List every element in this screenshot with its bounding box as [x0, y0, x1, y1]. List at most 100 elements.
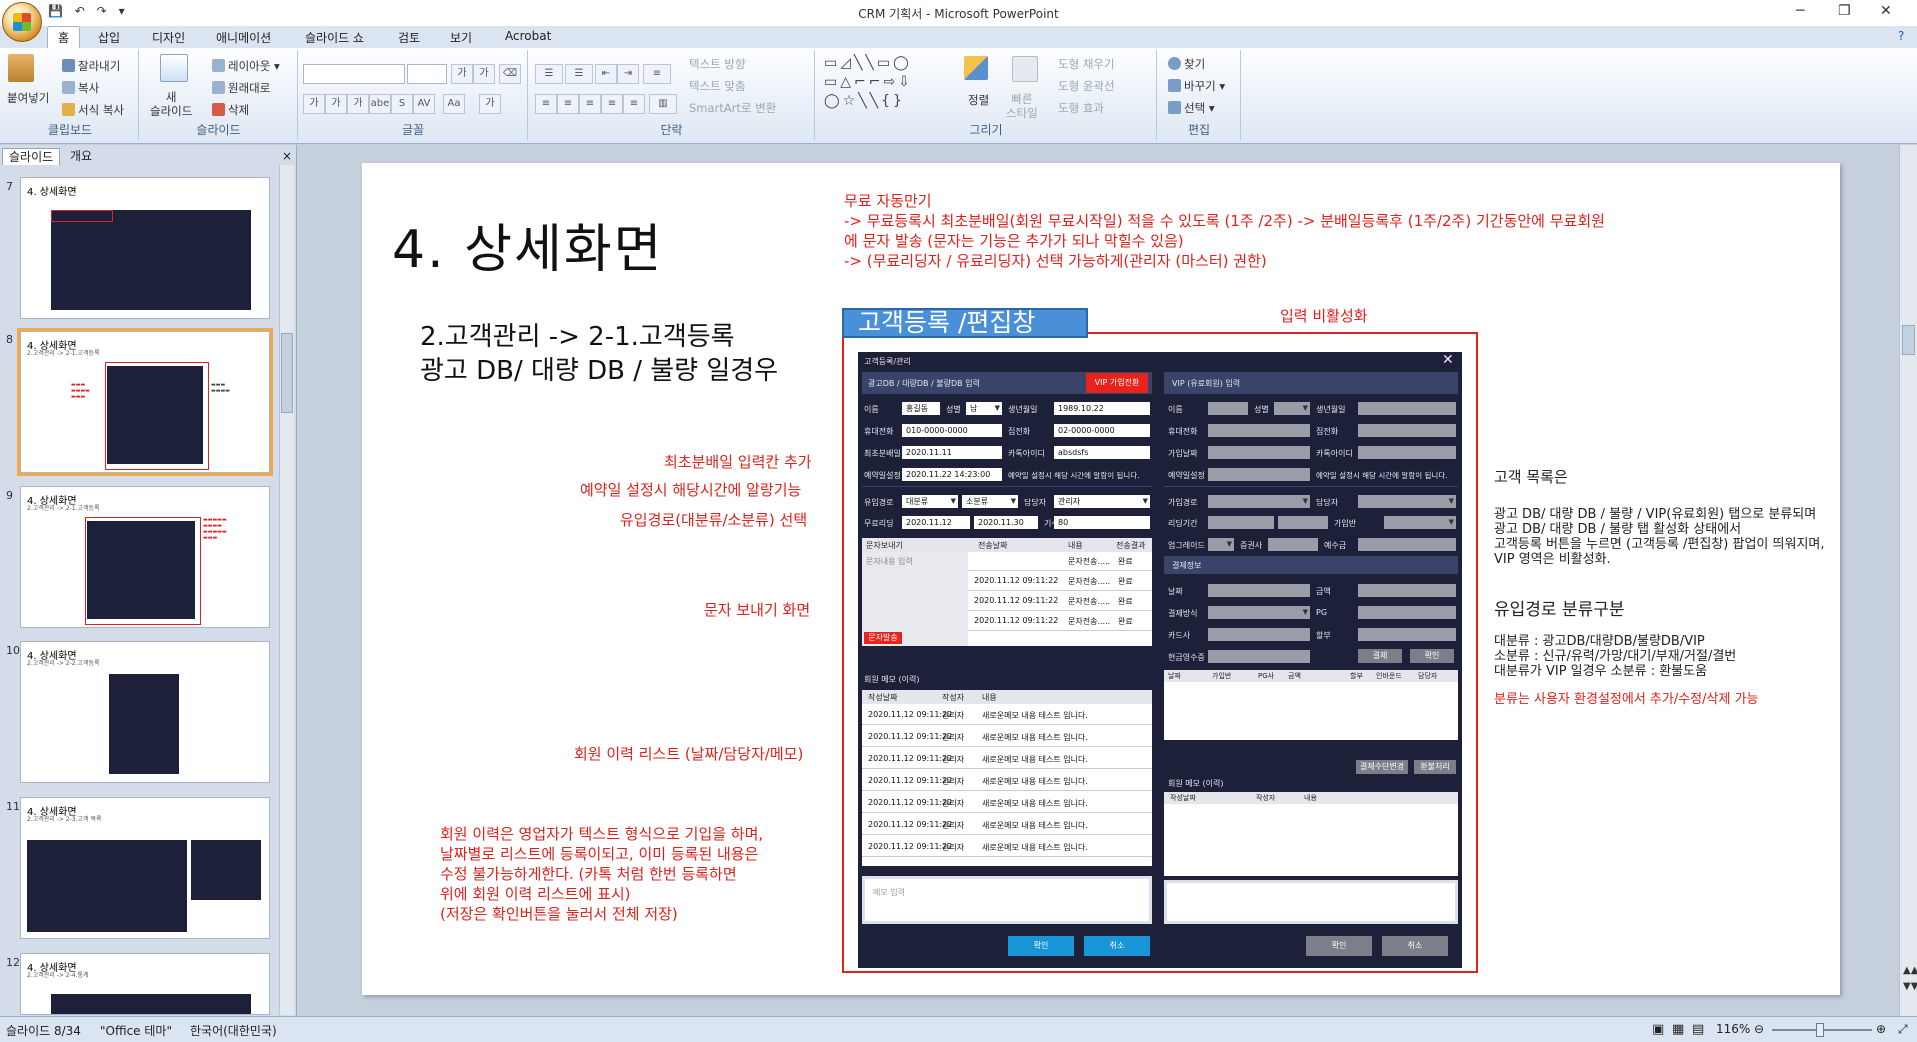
- replace-button[interactable]: 바꾸기 ▾: [1168, 78, 1225, 94]
- zoom-level[interactable]: 116%: [1716, 1022, 1750, 1036]
- slide-thumbnail-8[interactable]: 4. 상세화면 2.고객관리 -> 2-1.고객등록 ▬▬▬ ▬▬▬▬ ▬▬▬ ▬▬…: [17, 328, 273, 476]
- arrange-icon[interactable]: [964, 56, 991, 81]
- font-name-combo[interactable]: [303, 64, 405, 84]
- vip-convert-button[interactable]: VIP 가입전환: [1086, 373, 1148, 393]
- quick-styles-button[interactable]: 빠른 스타일: [1006, 92, 1038, 120]
- office-button[interactable]: [2, 2, 42, 42]
- select-button[interactable]: 선택 ▾: [1168, 100, 1215, 116]
- zoom-out-icon[interactable]: ⊖: [1754, 1022, 1764, 1036]
- delete-slide-button[interactable]: 삭제: [212, 102, 249, 118]
- italic-button[interactable]: 가: [325, 94, 347, 114]
- tab-slideshow[interactable]: 슬라이드 쇼: [305, 29, 364, 46]
- inflow-major-select[interactable]: 대분류: [902, 495, 958, 508]
- numbering-button[interactable]: ☰: [565, 64, 593, 84]
- align-right-button[interactable]: ≡: [579, 94, 601, 114]
- shape-outline-button[interactable]: 도형 윤곽선: [1058, 78, 1115, 94]
- slide-thumbnail-10[interactable]: 4. 상세화면 2.고객관리 -> 2-2.고객등록: [20, 641, 270, 783]
- sms-send-button[interactable]: 문자발송: [864, 632, 902, 644]
- gender-select[interactable]: 남: [966, 402, 1002, 415]
- change-case-button[interactable]: Aa: [443, 94, 465, 114]
- mobile-field[interactable]: 010-0000-0000: [902, 424, 1002, 437]
- reset-button[interactable]: 원래대로: [212, 80, 270, 96]
- slide-thumbnail-9[interactable]: 4. 상세화면 2.고객관리 -> 2-1.고객등록 ▬▬▬▬▬ ▬▬▬▬ ▬▬▬▬…: [20, 486, 270, 628]
- tab-review[interactable]: 검토: [398, 29, 420, 46]
- paste-button[interactable]: 붙여넣기: [7, 90, 49, 106]
- bold-button[interactable]: 가: [303, 94, 325, 114]
- dialog-close-icon[interactable]: ✕: [1442, 352, 1454, 368]
- cancel-button[interactable]: 취소: [1084, 936, 1150, 956]
- shape-effects-button[interactable]: 도형 효과: [1058, 100, 1104, 116]
- decrease-indent-button[interactable]: ⇤: [595, 64, 617, 84]
- save-icon[interactable]: 💾: [48, 4, 63, 18]
- tab-design[interactable]: 디자인: [152, 29, 185, 46]
- cut-button[interactable]: 잘라내기: [62, 58, 120, 74]
- bullets-button[interactable]: ☰: [535, 64, 563, 84]
- reservation-field[interactable]: 2020.11.22 14:23:00: [902, 468, 1002, 481]
- language[interactable]: 한국어(대한민국): [190, 1022, 277, 1039]
- find-button[interactable]: 찾기: [1168, 56, 1205, 72]
- undo-icon[interactable]: ↶: [75, 4, 85, 18]
- font-size-combo[interactable]: [407, 64, 447, 84]
- help-icon[interactable]: ?: [1898, 29, 1904, 43]
- layout-button[interactable]: 레이아웃 ▾: [212, 58, 280, 74]
- align-text-button[interactable]: 텍스트 맞춤: [689, 78, 746, 94]
- manager-select[interactable]: 관리자: [1054, 495, 1150, 508]
- increase-indent-button[interactable]: ⇥: [617, 64, 639, 84]
- home-phone-field[interactable]: 02-0000-0000: [1054, 424, 1150, 437]
- memo-input[interactable]: 메모 입력: [862, 876, 1152, 924]
- tab-acrobat[interactable]: Acrobat: [505, 29, 551, 43]
- quick-styles-icon[interactable]: [1012, 56, 1041, 83]
- slideshow-view-icon[interactable]: ▤: [1692, 1022, 1704, 1037]
- columns-button[interactable]: ▥: [649, 94, 677, 114]
- shape-fill-button[interactable]: 도형 채우기: [1058, 56, 1115, 72]
- normal-view-icon[interactable]: ▣: [1652, 1022, 1664, 1037]
- redo-icon[interactable]: ↷: [97, 4, 107, 18]
- period-field[interactable]: 80: [1054, 516, 1150, 529]
- slide-thumbnail-7[interactable]: 4. 상세화면: [20, 177, 270, 319]
- align-left-button[interactable]: ≡: [535, 94, 557, 114]
- qat-more-icon[interactable]: ▾: [119, 4, 125, 18]
- panel-close-icon[interactable]: ×: [276, 148, 298, 164]
- line-spacing-button[interactable]: ≡: [643, 64, 671, 84]
- scroll-thumb[interactable]: [1902, 325, 1915, 355]
- slides-panel-scrollbar[interactable]: [279, 165, 294, 1015]
- tab-insert[interactable]: 삽입: [98, 29, 120, 46]
- paste-icon[interactable]: [8, 54, 44, 84]
- zoom-in-icon[interactable]: ⊕: [1876, 1022, 1886, 1036]
- new-slide-icon[interactable]: [160, 54, 191, 83]
- restore-button[interactable]: ❐: [1838, 3, 1851, 19]
- justify-button[interactable]: ≡: [601, 94, 623, 114]
- font-color-button[interactable]: 가: [479, 94, 501, 114]
- zoom-slider-thumb[interactable]: [1816, 1023, 1824, 1037]
- tab-outline-panel[interactable]: 개요: [64, 148, 98, 164]
- free-to-field[interactable]: 2020.11.30: [974, 516, 1038, 529]
- text-direction-button[interactable]: 텍스트 방향: [689, 56, 746, 72]
- smartart-button[interactable]: SmartArt로 변환: [689, 100, 776, 116]
- strike-button[interactable]: abe: [369, 94, 391, 114]
- next-slide-icon[interactable]: ▼▼: [1903, 981, 1917, 992]
- free-from-field[interactable]: 2020.11.12: [902, 516, 970, 529]
- shadow-button[interactable]: S: [391, 94, 413, 114]
- underline-button[interactable]: 가: [347, 94, 369, 114]
- sorter-view-icon[interactable]: ▦: [1672, 1022, 1684, 1037]
- birth-field[interactable]: 1989.10.22: [1054, 402, 1150, 415]
- format-painter-button[interactable]: 서식 복사: [62, 102, 124, 118]
- slide-thumbnail-12[interactable]: 4. 상세화면 2.고객관리 -> 2-4.통계: [20, 953, 270, 1015]
- grow-font-button[interactable]: 가: [451, 64, 473, 84]
- align-center-button[interactable]: ≡: [557, 94, 579, 114]
- slide-scrollbar[interactable]: ▲▲ ▼▼: [1899, 145, 1917, 1016]
- close-button[interactable]: ✕: [1880, 3, 1892, 19]
- prev-slide-icon[interactable]: ▲▲: [1903, 965, 1917, 976]
- ok-button[interactable]: 확인: [1008, 936, 1074, 956]
- tab-slides-panel[interactable]: 슬라이드: [2, 148, 61, 165]
- shapes-gallery[interactable]: ▭◿╲╲▭◯ ▭△⌐⌐⇨⇩ ◯☆╲╲{}: [824, 54, 913, 111]
- new-slide-button[interactable]: 새 슬라이드: [150, 90, 192, 118]
- copy-button[interactable]: 복사: [62, 80, 99, 96]
- scroll-thumb[interactable]: [281, 333, 293, 413]
- fit-window-icon[interactable]: ⤢: [1898, 1022, 1908, 1037]
- slide-thumbnail-11[interactable]: 4. 상세화면 2.고객관리 -> 2-3.고객 목록: [20, 797, 270, 939]
- tab-animation[interactable]: 애니메이션: [216, 29, 271, 46]
- arrange-button[interactable]: 정렬: [968, 92, 989, 108]
- kakao-field[interactable]: absdsfs: [1054, 446, 1150, 459]
- shrink-font-button[interactable]: 가: [473, 64, 495, 84]
